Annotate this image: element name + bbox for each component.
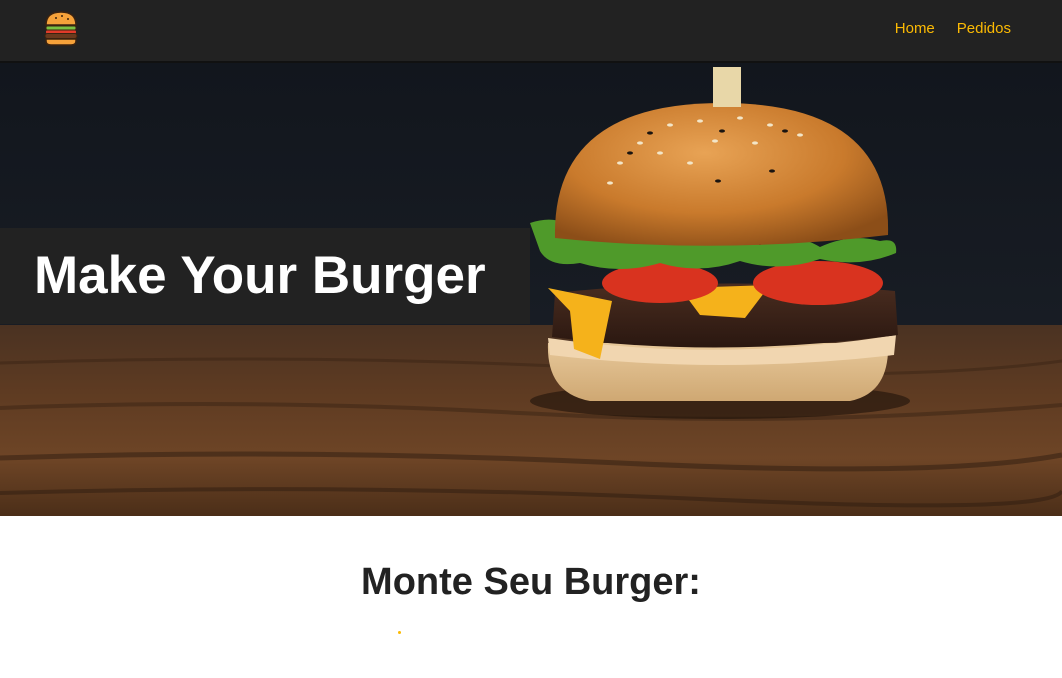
page-title: Monte Seu Burger: (361, 561, 701, 603)
loading-indicator (398, 631, 401, 634)
nav-link-pedidos[interactable]: Pedidos (957, 20, 1011, 38)
hero-title: Make Your Burger (34, 246, 486, 305)
nav-link-home[interactable]: Home (895, 20, 935, 38)
hero-banner: Make Your Burger (0, 63, 1062, 516)
burger-logo-icon[interactable] (44, 10, 78, 47)
hero-title-banner: Make Your Burger (0, 228, 530, 324)
nav-links: Home Pedidos (895, 20, 1011, 38)
navbar: Home Pedidos (0, 0, 1062, 63)
